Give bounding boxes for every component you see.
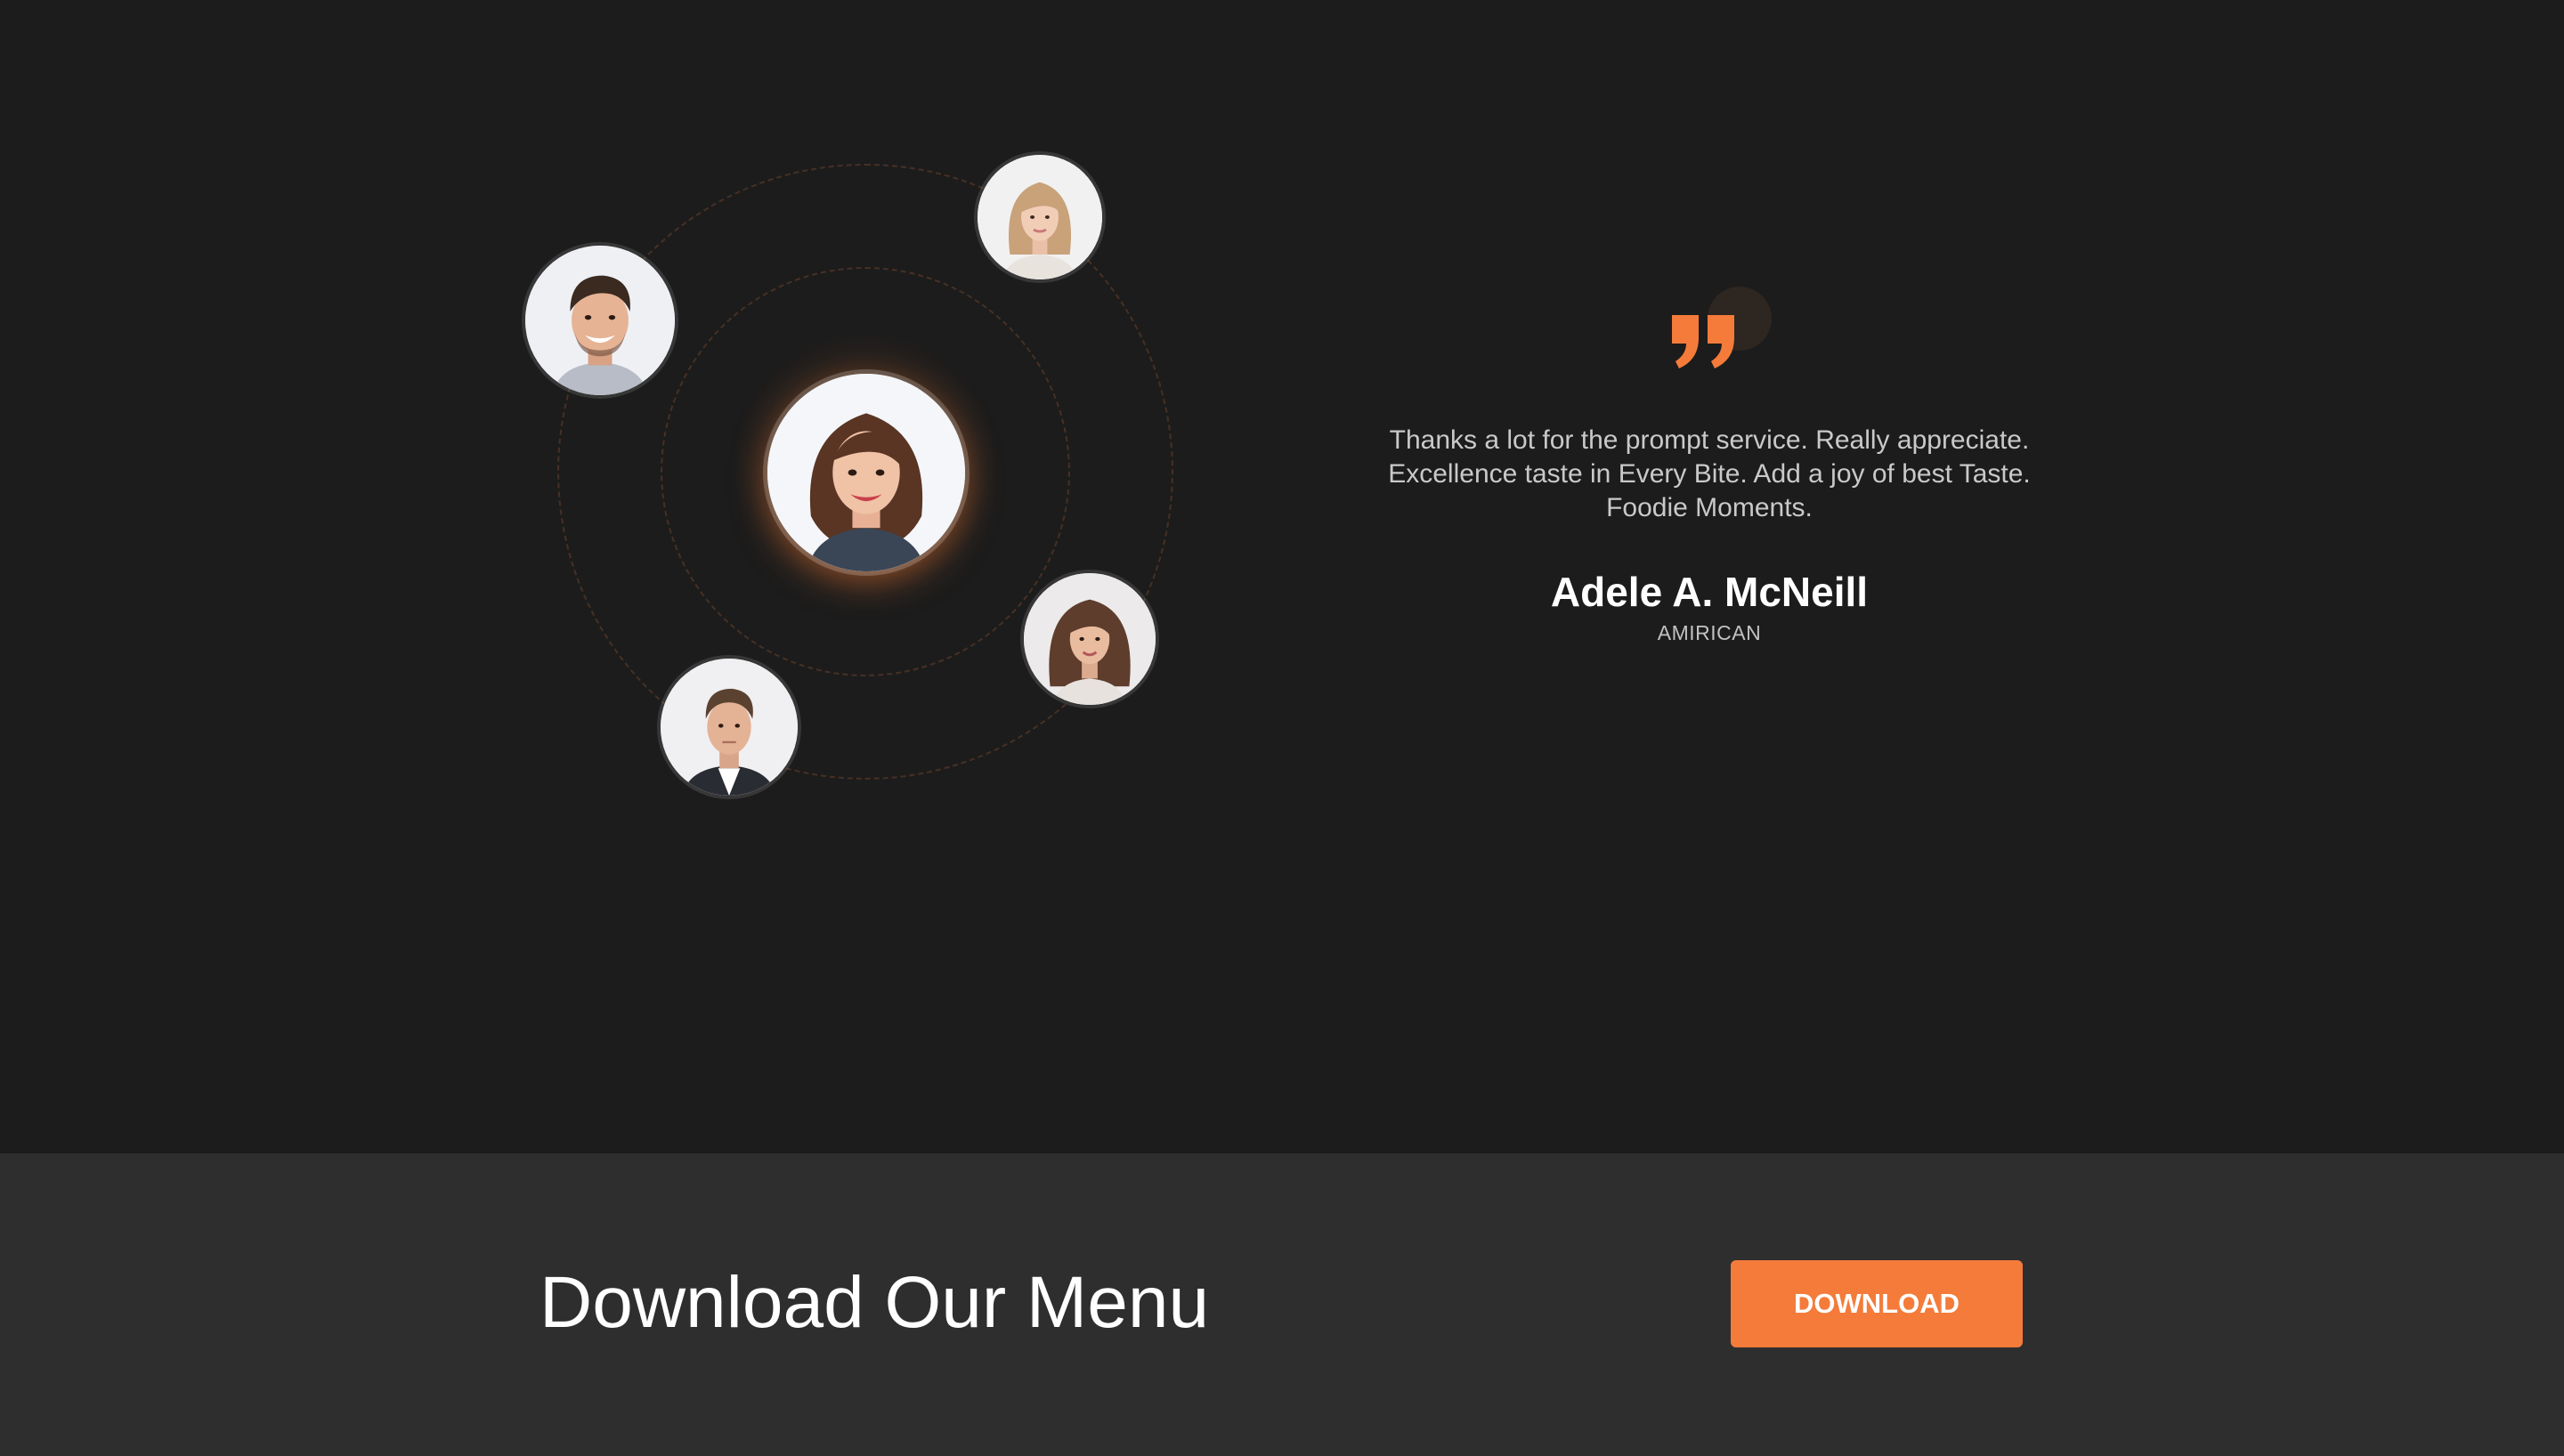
woman-portrait-icon xyxy=(1024,573,1156,705)
avatar-main-woman[interactable] xyxy=(767,374,965,571)
quote-icon xyxy=(1656,285,1772,374)
avatar-orbit xyxy=(525,151,1175,796)
avatar-man-bottom[interactable] xyxy=(661,659,798,796)
testimonial-section: Thanks a lot for the prompt service. Rea… xyxy=(0,0,2564,1153)
woman-portrait-icon xyxy=(767,374,965,571)
testimonial-quote-block: Thanks a lot for the prompt service. Rea… xyxy=(1353,285,2065,645)
closing-quote-glyph xyxy=(1672,315,1734,368)
download-button[interactable]: DOWNLOAD xyxy=(1731,1260,2023,1347)
avatar-woman-top-right[interactable] xyxy=(978,155,1102,279)
testimonial-author-origin: AMIRICAN xyxy=(1657,621,1762,644)
download-menu-title: Download Our Menu xyxy=(540,1262,1210,1343)
testimonial-author-name: Adele A. McNeill xyxy=(1550,569,1869,615)
woman-portrait-icon xyxy=(978,155,1102,279)
download-menu-band: Download Our Menu DOWNLOAD xyxy=(0,1153,2564,1456)
man-portrait-icon xyxy=(661,659,798,796)
man-portrait-icon xyxy=(525,246,675,395)
avatar-woman-right[interactable] xyxy=(1024,573,1156,705)
testimonial-quote-text: Thanks a lot for the prompt service. Rea… xyxy=(1388,425,2031,522)
avatar-man-top-left[interactable] xyxy=(525,246,675,395)
